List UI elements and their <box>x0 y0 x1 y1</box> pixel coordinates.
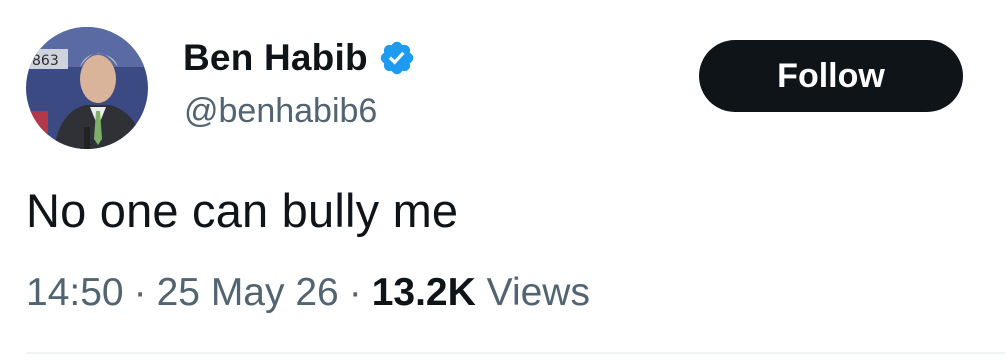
tweet-meta: 14:50 · 25 May 26 · 13.2K Views <box>26 268 590 318</box>
avatar[interactable]: 863 <box>26 27 148 149</box>
avatar-image: 863 <box>26 27 148 149</box>
views-count[interactable]: 13.2K <box>372 271 476 314</box>
divider <box>26 352 1005 354</box>
meta-separator: · <box>133 271 147 314</box>
verified-badge-icon[interactable] <box>378 39 416 77</box>
tweet-date[interactable]: 25 May 26 <box>157 271 339 314</box>
avatar-label: 863 <box>32 53 59 69</box>
follow-button[interactable]: Follow <box>699 40 963 112</box>
tweet-time[interactable]: 14:50 <box>26 271 124 314</box>
meta-separator: · <box>348 271 362 314</box>
author-name-text[interactable]: Ben Habib <box>183 36 368 80</box>
author-display-name[interactable]: Ben Habib <box>183 36 416 80</box>
author-handle[interactable]: @benhabib6 <box>184 89 377 133</box>
views-label[interactable]: Views <box>487 271 590 314</box>
tweet-text: No one can bully me <box>26 184 459 237</box>
